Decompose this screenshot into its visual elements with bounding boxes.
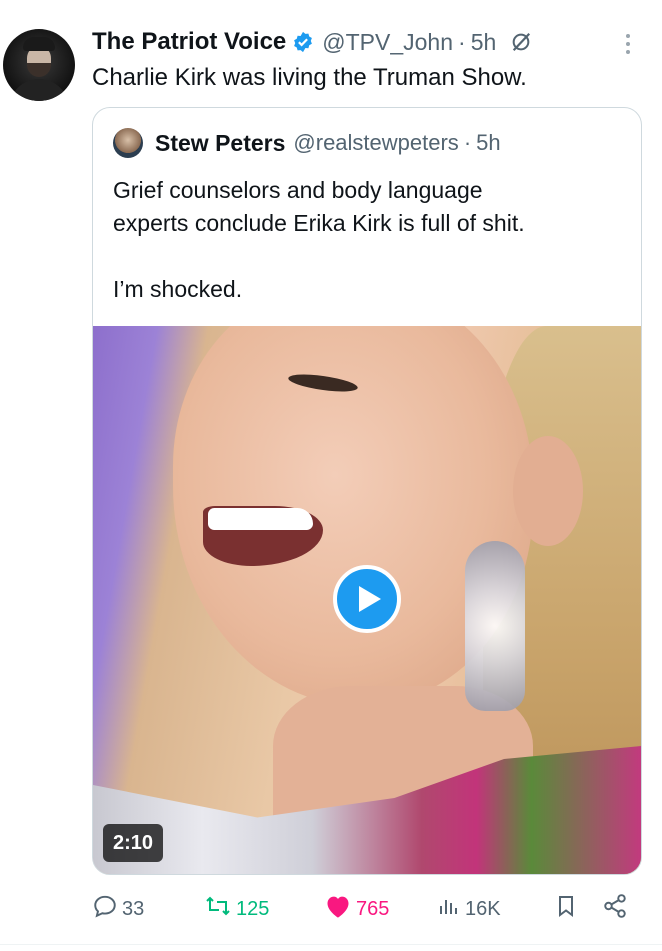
views-button[interactable]: 16K [437,893,501,925]
share-button[interactable] [602,893,632,925]
reply-count: 33 [122,897,145,920]
quoted-author-handle[interactable]: @realstewpeters [293,130,458,156]
bookmark-icon [554,893,582,925]
tweet-header: The Patriot Voice @TPV_John · 5h [92,27,532,57]
post-time[interactable]: 5h [471,29,497,56]
action-bar: 33 125 765 16K [92,893,642,925]
verified-badge-icon [292,31,314,53]
tweet-text: Charlie Kirk was living the Truman Show. [92,64,527,91]
repost-count: 125 [236,897,270,920]
quoted-tweet-header: Stew Peters @realstewpeters · 5h [113,128,501,158]
share-icon [602,893,632,925]
like-icon [324,893,356,925]
video-player[interactable]: 2:10 [93,326,641,874]
separator-dot: · [463,130,472,155]
views-icon [437,893,465,925]
quoted-author-display-name[interactable]: Stew Peters [155,130,285,157]
tweet: The Patriot Voice @TPV_John · 5h Charlie… [0,0,662,951]
reply-button[interactable]: 33 [92,893,144,925]
repost-icon [204,893,236,925]
quoted-text-line: Grief counselors and body language [113,177,483,203]
video-duration-badge: 2:10 [103,824,163,862]
author-avatar[interactable] [3,29,75,101]
quoted-tweet-card[interactable]: Stew Peters @realstewpeters · 5h Grief c… [92,107,642,875]
like-count: 765 [356,897,390,920]
like-button[interactable]: 765 [324,893,389,925]
bookmark-button[interactable] [554,893,582,925]
quoted-text-line: I’m shocked. [113,276,243,302]
author-handle[interactable]: @TPV_John [322,29,453,56]
divider [0,944,662,945]
author-display-name[interactable]: The Patriot Voice [92,28,286,56]
quoted-post-time: 5h [476,130,501,155]
repost-button[interactable]: 125 [204,893,269,925]
quoted-author-avatar[interactable] [113,128,143,158]
grok-icon[interactable] [510,31,532,53]
quoted-tweet-text: Grief counselors and body language exper… [113,174,623,306]
quoted-text-line: experts conclude Erika Kirk is full of s… [113,210,525,236]
play-icon[interactable] [333,565,401,633]
more-icon[interactable] [620,34,636,54]
views-count: 16K [465,897,501,920]
reply-icon [92,893,122,925]
separator-dot: · [458,28,466,55]
